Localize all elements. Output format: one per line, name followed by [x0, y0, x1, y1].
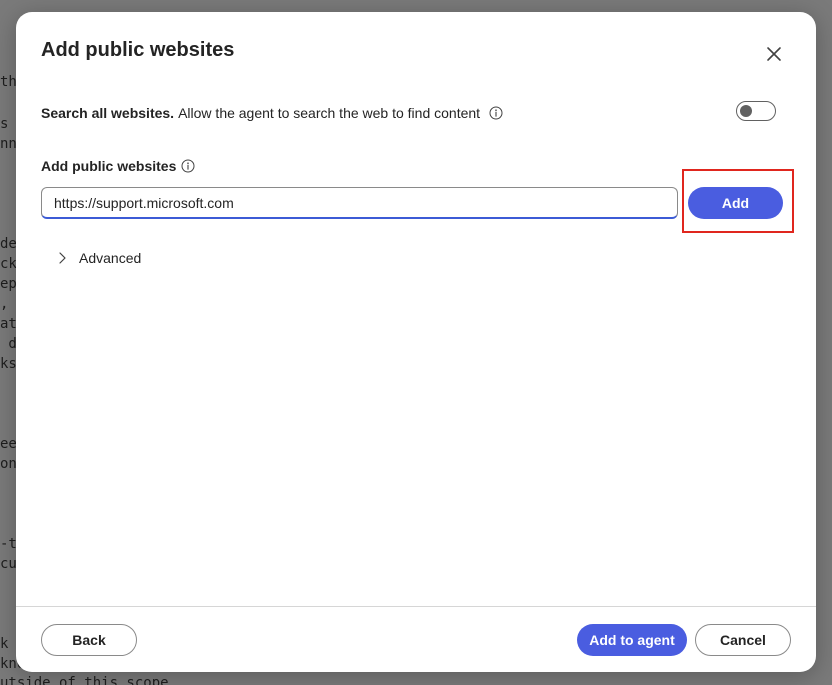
- add-websites-label: Add public websites: [41, 158, 177, 174]
- close-icon: [767, 47, 781, 61]
- website-url-input[interactable]: [41, 187, 678, 219]
- dialog-title: Add public websites: [41, 39, 235, 61]
- background-text-fragment: at: [0, 316, 17, 332]
- background-text-fragment: -t: [0, 536, 17, 552]
- background-text-fragment: on: [0, 456, 17, 472]
- add-button[interactable]: Add: [688, 187, 783, 219]
- footer-divider: [16, 606, 816, 607]
- search-all-websites-toggle[interactable]: [736, 101, 776, 121]
- background-text-fragment: ,: [0, 296, 9, 312]
- toggle-knob: [740, 105, 752, 117]
- background-text-fragment: ep: [0, 276, 17, 292]
- background-text-fragment: ck: [0, 256, 17, 272]
- add-websites-label-row: Add public websites: [41, 156, 195, 176]
- search-all-description: Allow the agent to search the web to fin…: [178, 105, 481, 121]
- advanced-label: Advanced: [79, 250, 142, 266]
- background-text-fragment: utside of this scope: [0, 675, 169, 685]
- background-text-fragment: cu: [0, 556, 17, 572]
- close-button[interactable]: [762, 42, 786, 66]
- info-icon[interactable]: [489, 106, 503, 120]
- background-text-fragment: de: [0, 236, 17, 252]
- add-to-agent-button[interactable]: Add to agent: [577, 624, 687, 656]
- background-text-fragment: ee: [0, 436, 17, 452]
- background-text-fragment: k: [0, 636, 9, 652]
- background-text-fragment: ks: [0, 356, 17, 372]
- advanced-expander[interactable]: Advanced: [54, 247, 141, 269]
- add-public-websites-dialog: Add public websites Search all websites.…: [16, 12, 816, 672]
- back-button[interactable]: Back: [41, 624, 137, 656]
- background-text-fragment: th: [0, 74, 17, 90]
- info-icon[interactable]: [181, 159, 195, 173]
- chevron-right-icon: [54, 250, 70, 266]
- search-all-label-bold: Search all websites.: [41, 105, 175, 121]
- search-all-websites-row: Search all websites. Allow the agent to …: [41, 102, 781, 124]
- cancel-button[interactable]: Cancel: [695, 624, 791, 656]
- background-text-fragment: nn: [0, 136, 17, 152]
- background-text-fragment: s: [0, 116, 9, 132]
- background-text-fragment: d: [0, 336, 17, 352]
